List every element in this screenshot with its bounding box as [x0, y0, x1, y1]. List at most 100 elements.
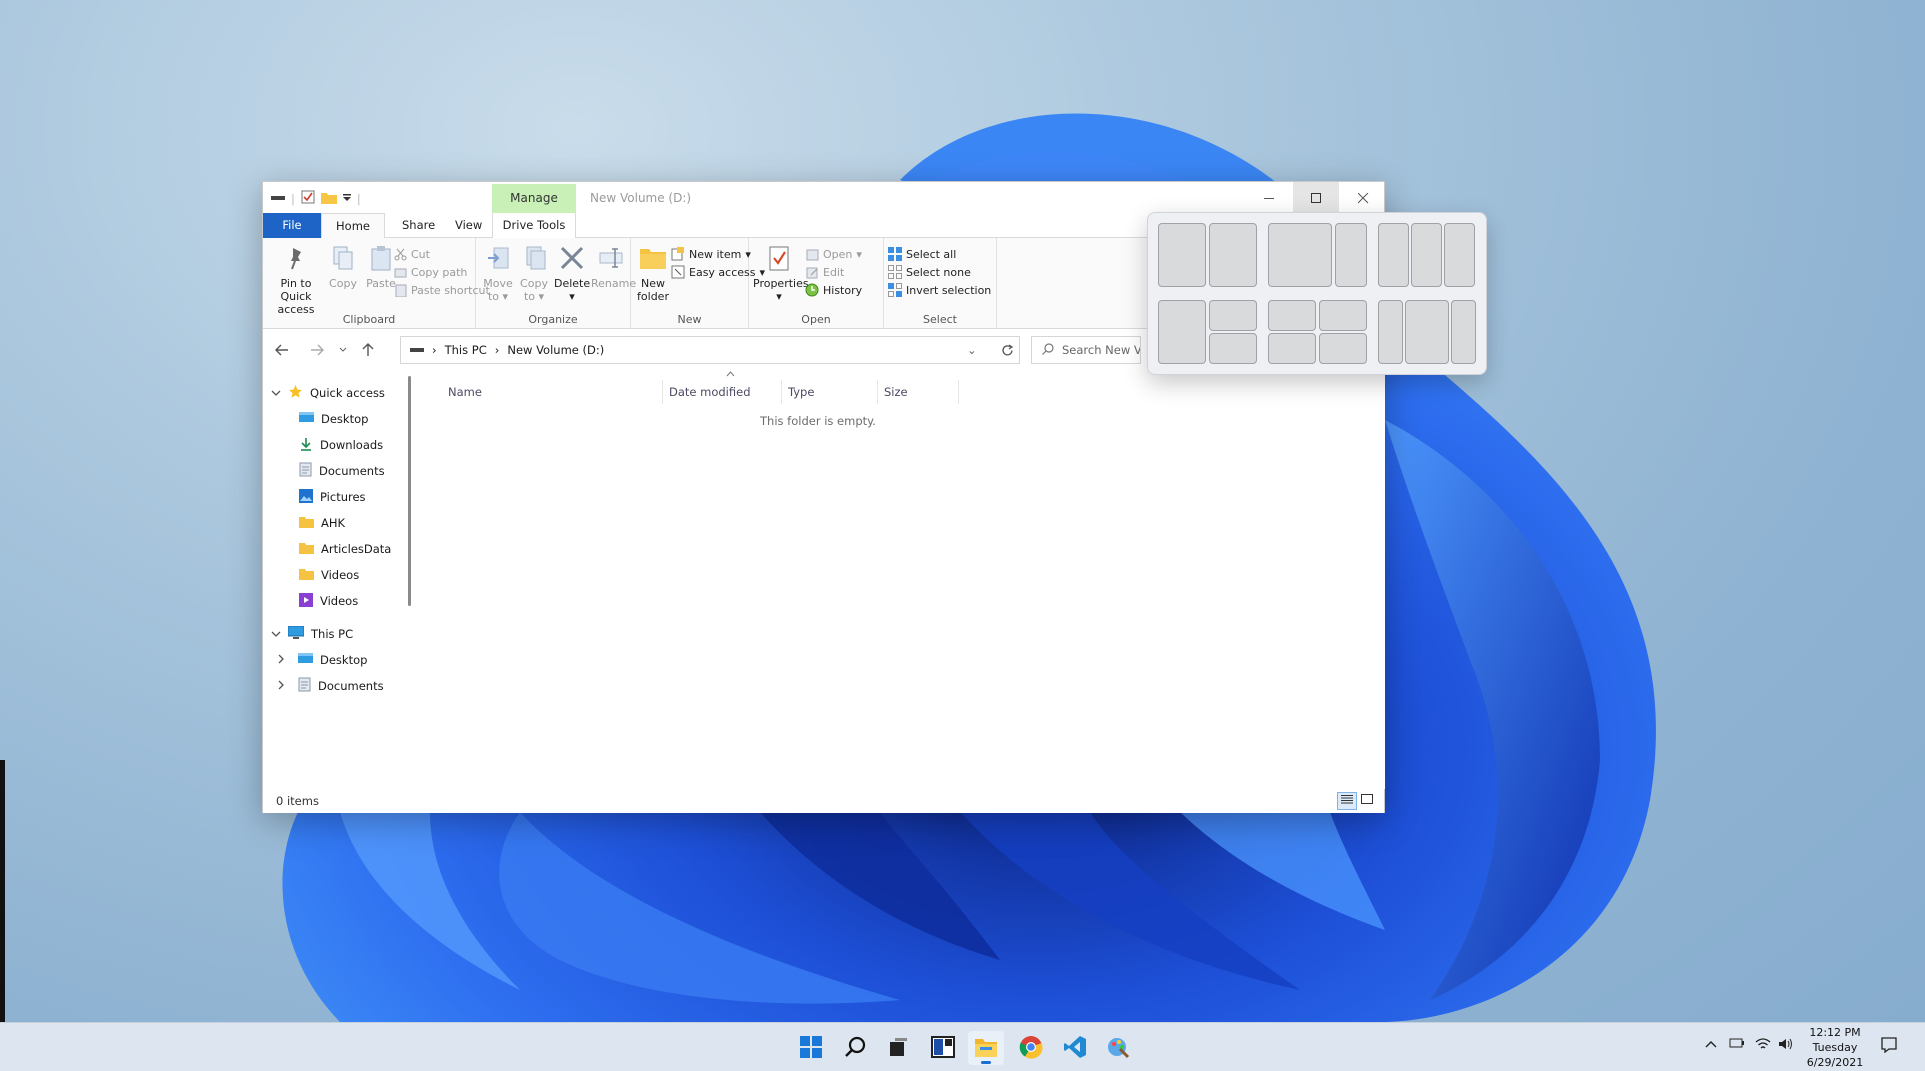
nav-quick-access[interactable]: Quick access	[271, 382, 385, 404]
snap-zone-quad-bottom-right[interactable]	[1319, 333, 1367, 364]
address-bar[interactable]: › This PC › New Volume (D:) ⌄	[400, 336, 1020, 364]
new-folder-button[interactable]: New folder	[635, 241, 671, 303]
pin-to-quick-access-button[interactable]: Pin to Quick access	[267, 241, 325, 316]
chevron-down-icon[interactable]	[271, 386, 281, 400]
nav-this-pc[interactable]: This PC	[271, 623, 353, 645]
battery-button[interactable]	[1729, 1037, 1745, 1053]
chevron-down-icon[interactable]	[271, 627, 281, 641]
nav-articlesdata[interactable]: ArticlesData	[299, 538, 391, 560]
copy-to-button[interactable]: Copy to ▾	[516, 241, 552, 303]
rename-button[interactable]: Rename	[591, 241, 636, 290]
scrollbar-thumb[interactable]	[408, 376, 411, 606]
select-none-button[interactable]: Select none	[888, 263, 971, 281]
qat-dropdown-icon[interactable]	[342, 192, 351, 206]
tab-view[interactable]: View	[444, 213, 493, 238]
snap-zone-right-top[interactable]	[1209, 300, 1257, 331]
snap-zone-third-left[interactable]	[1378, 223, 1409, 287]
folder-icon	[637, 241, 669, 275]
chrome-taskbar-button[interactable]	[1013, 1031, 1049, 1065]
navigation-scrollbar[interactable]	[407, 376, 412, 609]
column-header-date-modified[interactable]: Date modified	[663, 380, 782, 404]
forward-button[interactable]	[306, 339, 328, 361]
large-icons-view-button[interactable]	[1357, 792, 1377, 810]
edit-button[interactable]: Edit	[805, 263, 844, 281]
chevron-right-icon[interactable]	[277, 679, 285, 693]
up-button[interactable]	[357, 339, 379, 361]
search-input[interactable]: Search New Vo	[1031, 336, 1141, 364]
nav-ahk[interactable]: AHK	[299, 512, 345, 534]
notifications-button[interactable]	[1881, 1037, 1897, 1057]
breadcrumb-new-volume[interactable]: New Volume (D:)	[507, 343, 604, 357]
task-view-button[interactable]	[880, 1031, 916, 1065]
snap-zone-wide-left[interactable]	[1268, 223, 1332, 287]
close-button[interactable]	[1340, 182, 1386, 214]
nav-pc-desktop[interactable]: Desktop	[277, 649, 367, 671]
tab-drive-tools[interactable]: Drive Tools	[492, 213, 576, 238]
copy-button[interactable]: Copy	[325, 241, 361, 290]
minimize-button[interactable]	[1246, 182, 1292, 214]
title-bar[interactable]: | | Manage New Volume (D:)	[263, 182, 1384, 215]
history-button[interactable]: History	[805, 281, 862, 299]
tab-home[interactable]: Home	[321, 213, 385, 239]
column-header-type[interactable]: Type	[782, 380, 878, 404]
network-button[interactable]	[1755, 1037, 1771, 1055]
open-button[interactable]: Open ▾	[805, 245, 862, 263]
clock[interactable]: 12:12 PM Tuesday 6/29/2021	[1800, 1025, 1870, 1070]
nav-pc-documents[interactable]: Documents	[277, 675, 384, 697]
snap-zone-quad-top-right[interactable]	[1319, 300, 1367, 331]
new-group-label: New	[677, 313, 702, 326]
tab-share[interactable]: Share	[391, 213, 446, 238]
cut-button[interactable]: Cut	[393, 245, 430, 263]
nav-desktop[interactable]: Desktop 📌	[299, 408, 368, 430]
select-all-button[interactable]: Select all	[888, 245, 956, 263]
tab-manage[interactable]: Manage	[492, 184, 576, 213]
snap-zone-side-right[interactable]	[1451, 300, 1476, 364]
snap-zone-right-bottom[interactable]	[1209, 333, 1257, 364]
nav-videos-folder[interactable]: Videos	[299, 564, 359, 586]
properties-button[interactable]: Properties ▾	[753, 241, 809, 303]
snap-zone-third-center[interactable]	[1411, 223, 1442, 287]
snap-zone-third-right[interactable]	[1444, 223, 1475, 287]
maximize-button[interactable]	[1293, 182, 1339, 214]
nav-documents[interactable]: Documents 📌	[299, 460, 385, 482]
delete-button[interactable]: Delete ▾	[554, 241, 590, 303]
recent-locations-button[interactable]	[332, 339, 354, 361]
properties-icon[interactable]	[301, 190, 315, 207]
snap-zone-side-left[interactable]	[1378, 300, 1403, 364]
details-view-button[interactable]	[1337, 792, 1357, 810]
column-header-name[interactable]: Name	[423, 380, 663, 404]
new-folder-icon[interactable]	[320, 191, 337, 207]
history-icon	[805, 283, 819, 297]
snap-zone-left-tall[interactable]	[1158, 300, 1206, 364]
widgets-button[interactable]	[925, 1031, 961, 1065]
back-button[interactable]	[271, 339, 293, 361]
nav-item-label: Pictures	[320, 490, 366, 504]
snap-zone-quad-bottom-left[interactable]	[1268, 333, 1316, 364]
move-to-button[interactable]: Move to ▾	[480, 241, 516, 303]
search-button[interactable]	[838, 1031, 874, 1065]
refresh-button[interactable]	[993, 336, 1021, 364]
invert-selection-button[interactable]: Invert selection	[888, 281, 991, 299]
nav-pictures[interactable]: Pictures 📌	[299, 486, 366, 508]
snap-zone-narrow-right[interactable]	[1335, 223, 1367, 287]
snap-zone-center-wide[interactable]	[1405, 300, 1449, 364]
snap-zone-half-left[interactable]	[1158, 223, 1206, 287]
file-explorer-taskbar-button[interactable]	[968, 1031, 1004, 1065]
start-button[interactable]	[793, 1031, 829, 1065]
paint-taskbar-button[interactable]	[1100, 1031, 1136, 1065]
show-hidden-icons-button[interactable]	[1705, 1037, 1717, 1052]
snap-zone-half-right[interactable]	[1209, 223, 1257, 287]
nav-downloads[interactable]: Downloads 📌	[299, 434, 383, 456]
address-history-dropdown-icon[interactable]: ⌄	[967, 343, 977, 357]
star-icon	[288, 384, 303, 402]
nav-videos-library[interactable]: Videos	[299, 590, 358, 612]
column-header-size[interactable]: Size	[878, 380, 959, 404]
copy-path-button[interactable]: Copy path	[393, 263, 467, 281]
snap-zone-quad-top-left[interactable]	[1268, 300, 1316, 331]
new-item-button[interactable]: New item ▾	[671, 245, 751, 263]
volume-button[interactable]	[1778, 1037, 1794, 1055]
tab-file[interactable]: File	[263, 213, 321, 238]
breadcrumb-this-pc[interactable]: This PC	[445, 343, 487, 357]
vscode-taskbar-button[interactable]	[1057, 1031, 1093, 1065]
chevron-right-icon[interactable]	[277, 653, 285, 667]
